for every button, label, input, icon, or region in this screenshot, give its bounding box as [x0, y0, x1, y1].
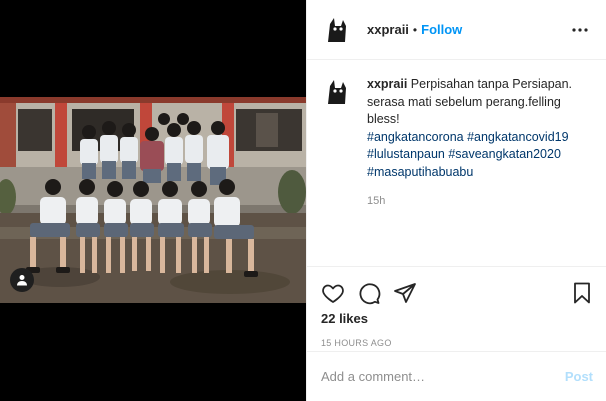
post-header: xxpraii • Follow — [307, 0, 606, 60]
caption-hashtags-line-2[interactable]: #lulustanpaun #saveangkatan2020 — [367, 146, 592, 164]
post-media — [0, 0, 306, 401]
tagged-users-button[interactable] — [10, 268, 34, 292]
avatar-image — [321, 13, 353, 46]
caption: xxpraii Perpisahan tanpa Persiapan. sera… — [367, 76, 592, 250]
header-username[interactable]: xxpraii — [367, 22, 409, 37]
instagram-post: xxpraii • Follow xxpraii Perpisahan tanp… — [0, 0, 606, 401]
action-bar — [307, 267, 606, 311]
comment-input[interactable] — [321, 369, 565, 384]
header-separator: • — [412, 22, 418, 37]
bookmark-icon[interactable] — [570, 281, 594, 305]
comments-area: xxpraii Perpisahan tanpa Persiapan. sera… — [307, 60, 606, 267]
post-comment-button[interactable]: Post — [565, 369, 593, 384]
more-options-icon — [572, 27, 588, 32]
avatar-image — [321, 76, 353, 108]
caption-username[interactable]: xxpraii — [367, 77, 407, 91]
like-heart-icon[interactable] — [321, 281, 345, 305]
likes-count[interactable]: 22 likes — [307, 311, 606, 326]
caption-avatar[interactable] — [321, 76, 353, 108]
add-comment-bar: Post — [307, 351, 606, 401]
caption-hashtags-line-3[interactable]: #masaputihabuabu — [367, 164, 592, 182]
caption-time[interactable]: 15h — [367, 193, 592, 211]
share-paper-plane-icon[interactable] — [393, 281, 417, 305]
user-tag-icon — [17, 275, 27, 286]
more-options-button[interactable] — [568, 18, 592, 42]
caption-hashtags-line-1[interactable]: #angkatancorona #angkatancovid19 — [367, 129, 592, 147]
post-sidebar: xxpraii • Follow xxpraii Perpisahan tanp… — [306, 0, 606, 401]
avatar[interactable] — [321, 13, 353, 46]
group-photo-image — [0, 97, 306, 303]
comment-bubble-icon[interactable] — [357, 281, 381, 305]
group-photo[interactable] — [0, 97, 306, 303]
follow-button[interactable]: Follow — [421, 22, 462, 37]
post-timestamp[interactable]: 15 HOURS AGO — [307, 338, 606, 348]
